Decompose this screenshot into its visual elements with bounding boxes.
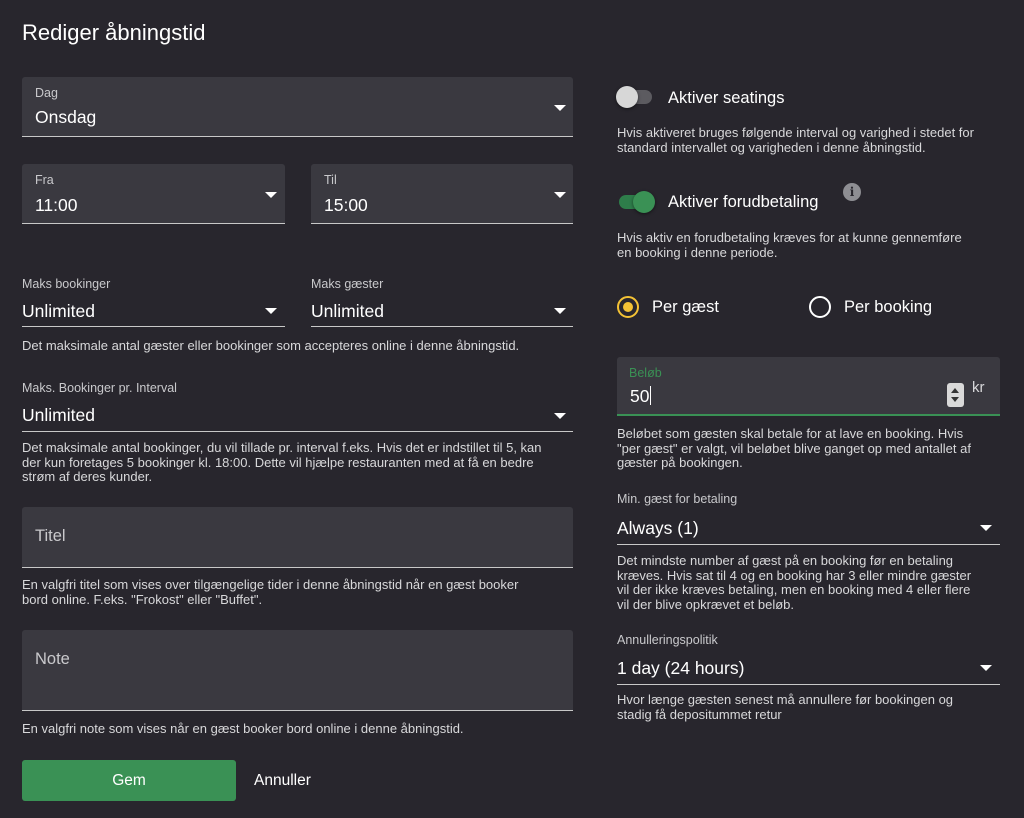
seatings-toggle[interactable] — [616, 86, 654, 108]
seatings-help-text: Hvis aktiveret bruges følgende interval … — [617, 125, 974, 155]
info-icon[interactable]: i — [843, 183, 861, 201]
amount-label: Beløb — [629, 366, 662, 380]
note-input[interactable]: Note — [22, 630, 573, 711]
interval-help-text: Det maksimale antal bookinger, du vil ti… — [22, 440, 542, 484]
min-guests-help-text: Det mindste number af gæst på en booking… — [617, 553, 972, 612]
chevron-down-icon — [265, 192, 277, 198]
prepayment-toggle-label: Aktiver forudbetaling — [668, 193, 819, 211]
interval-value: Unlimited — [22, 405, 95, 425]
chevron-down-icon — [980, 525, 992, 531]
per-guest-radio-label[interactable]: Per gæst — [652, 298, 719, 317]
title-help-text: En valgfri titel som vises over tilgænge… — [22, 577, 519, 607]
from-time-select[interactable]: Fra 11:00 — [22, 164, 285, 224]
interval-select[interactable]: Maks. Bookinger pr. Interval Unlimited — [22, 380, 573, 432]
chevron-down-icon — [554, 192, 566, 198]
max-bookings-label: Maks bookinger — [22, 277, 111, 291]
save-button[interactable]: Gem — [22, 760, 236, 801]
amount-value: 50 — [630, 386, 650, 406]
chevron-down-icon — [265, 308, 277, 314]
title-input[interactable]: Titel — [22, 507, 573, 568]
title-input-placeholder: Titel — [35, 527, 66, 545]
max-bookings-value: Unlimited — [22, 301, 95, 321]
amount-input[interactable]: Beløb 50 kr — [617, 357, 1000, 416]
max-guests-label: Maks gæster — [311, 277, 384, 291]
to-time-select[interactable]: Til 15:00 — [311, 164, 573, 224]
increment-icon[interactable] — [951, 388, 959, 393]
prepayment-help-text: Hvis aktiv en forudbetaling kræves for a… — [617, 230, 962, 260]
amount-unit: kr — [972, 379, 985, 396]
max-bookings-select[interactable]: Maks bookinger Unlimited — [22, 276, 285, 327]
min-guests-value: Always (1) — [617, 518, 699, 538]
to-time-value: 15:00 — [324, 195, 368, 215]
chevron-down-icon — [554, 308, 566, 314]
note-input-placeholder: Note — [35, 650, 70, 668]
min-guests-label: Min. gæst for betaling — [617, 492, 738, 506]
per-booking-radio-label[interactable]: Per booking — [844, 298, 932, 317]
cancellation-help-text: Hvor længe gæsten senest må annullere fø… — [617, 692, 954, 722]
number-stepper[interactable] — [947, 383, 964, 407]
cancel-button[interactable]: Annuller — [254, 772, 311, 790]
chevron-down-icon — [980, 665, 992, 671]
amount-help-text: Beløbet som gæsten skal betale for at la… — [617, 426, 971, 470]
chevron-down-icon — [554, 105, 566, 111]
max-help-text: Det maksimale antal gæster eller booking… — [22, 338, 520, 353]
day-select[interactable]: Dag Onsdag — [22, 77, 573, 137]
from-time-label: Fra — [35, 173, 54, 187]
cancellation-policy-label: Annulleringspolitik — [617, 633, 718, 647]
dialog-title: Rediger åbningstid — [22, 20, 206, 45]
min-guests-select[interactable]: Min. gæst for betaling Always (1) — [617, 491, 1000, 545]
seatings-toggle-label: Aktiver seatings — [668, 89, 785, 107]
chevron-down-icon — [554, 413, 566, 419]
max-guests-select[interactable]: Maks gæster Unlimited — [311, 276, 573, 327]
to-time-label: Til — [324, 173, 337, 187]
decrement-icon[interactable] — [951, 397, 959, 402]
text-cursor — [650, 386, 652, 405]
day-select-label: Dag — [35, 86, 58, 100]
per-guest-radio[interactable] — [617, 296, 639, 318]
amount-value-wrap: 50 — [630, 386, 652, 407]
cancellation-policy-value: 1 day (24 hours) — [617, 658, 745, 678]
note-help-text: En valgfri note som vises når en gæst bo… — [22, 721, 464, 736]
from-time-value: 11:00 — [35, 195, 78, 215]
per-booking-radio[interactable] — [809, 296, 831, 318]
day-select-value: Onsdag — [35, 107, 97, 127]
interval-label: Maks. Bookinger pr. Interval — [22, 381, 177, 395]
max-guests-value: Unlimited — [311, 301, 384, 321]
prepayment-toggle[interactable] — [617, 191, 655, 213]
cancellation-policy-select[interactable]: Annulleringspolitik 1 day (24 hours) — [617, 632, 1000, 685]
